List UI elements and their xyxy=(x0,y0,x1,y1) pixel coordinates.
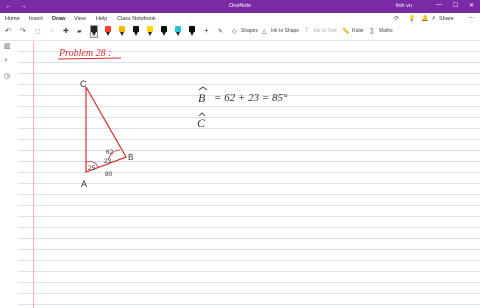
equation-b: B xyxy=(198,91,206,105)
ink-canvas[interactable]: Problem 28 : C A B 62 23 25 80 B = 62 + … xyxy=(0,0,480,308)
angle-62-label: 62 xyxy=(106,149,114,156)
b-hat-mark xyxy=(198,86,208,91)
next-angle-c: C xyxy=(197,116,206,130)
angle-23-label: 23 xyxy=(104,158,112,165)
problem-heading: Problem 28 : xyxy=(58,48,111,59)
vertex-b-label: B xyxy=(128,153,133,162)
vertex-a-label: A xyxy=(81,179,87,189)
angle-80-label: 80 xyxy=(105,171,113,178)
angle-25-label: 25 xyxy=(88,165,96,172)
equation-text: = 62 + 23 = 85° xyxy=(214,92,288,104)
vertex-c-label: C xyxy=(80,79,87,89)
